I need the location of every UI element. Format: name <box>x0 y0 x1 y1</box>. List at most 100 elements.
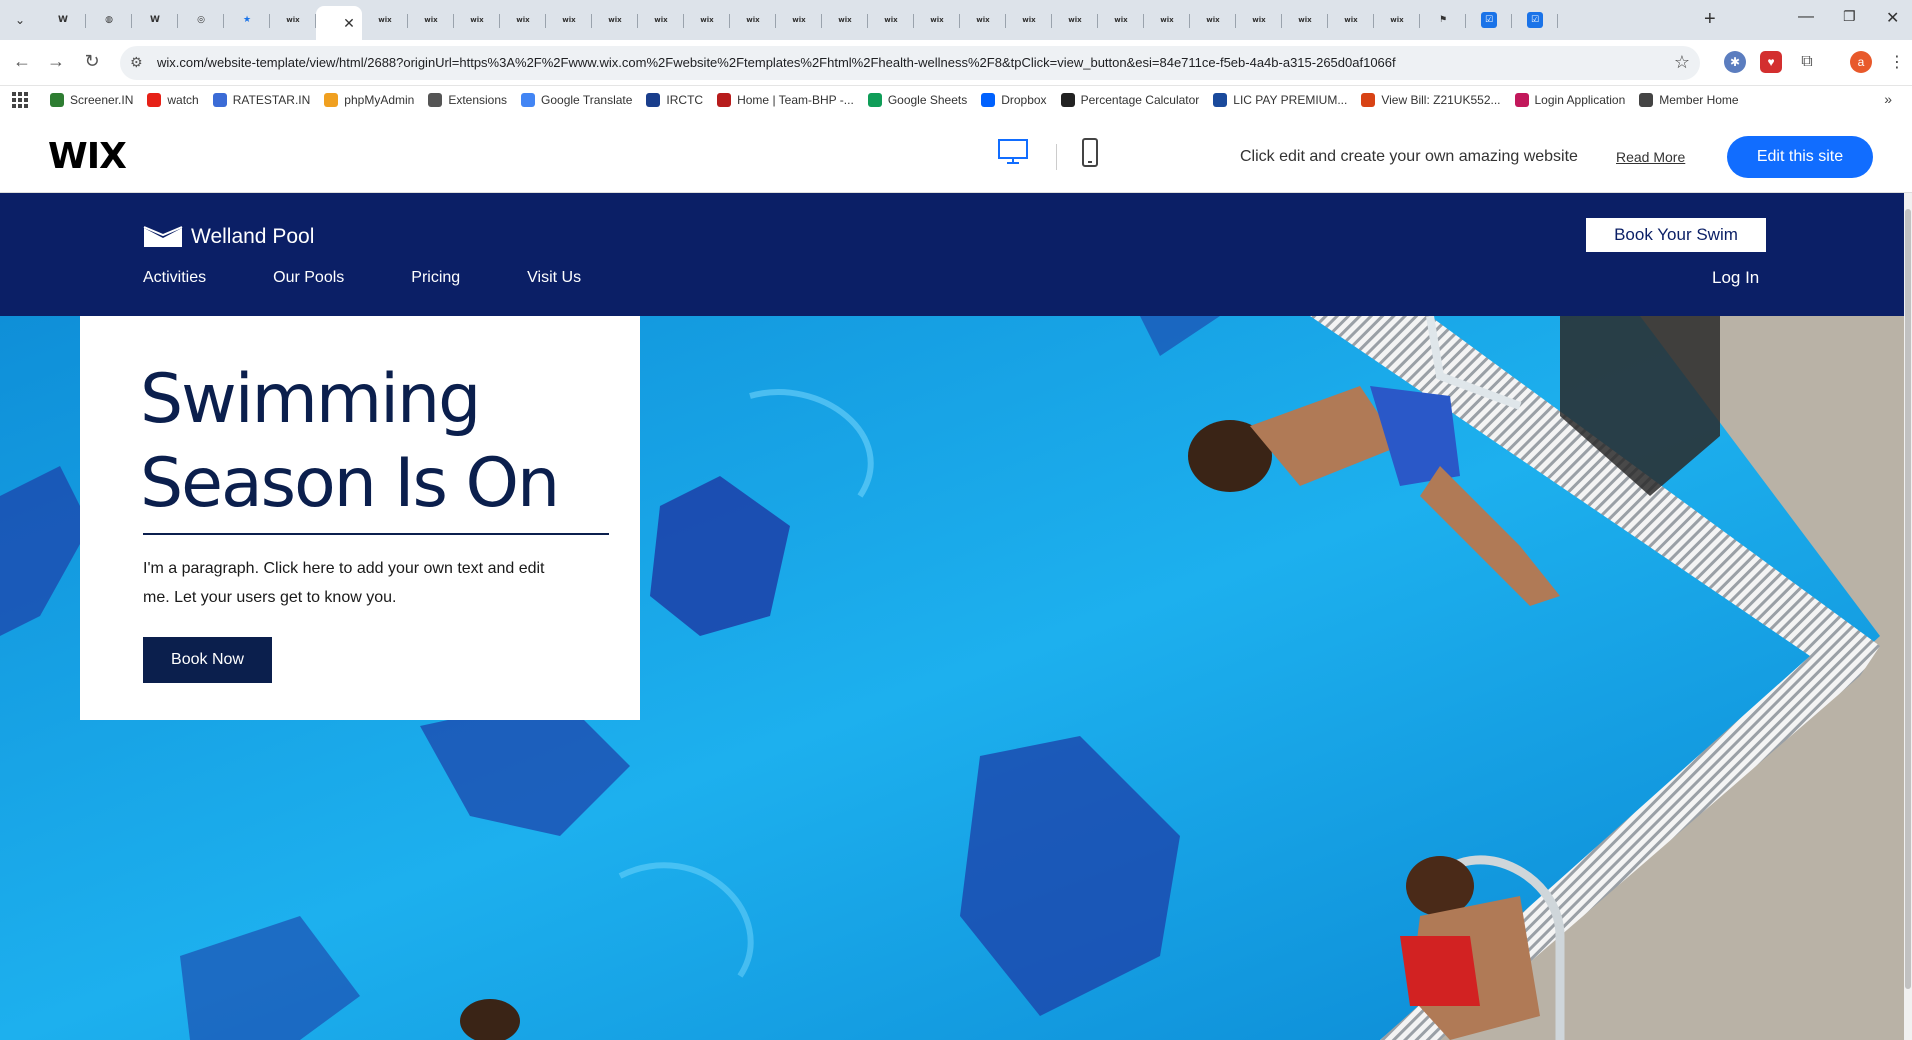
site-brand[interactable]: Welland Pool <box>143 225 314 249</box>
bookmark-label: Member Home <box>1659 93 1739 107</box>
nav-our-pools[interactable]: Our Pools <box>273 269 344 287</box>
hero-paragraph: I'm a paragraph. Click here to add your … <box>143 560 545 606</box>
shield-extension-icon[interactable]: ♥ <box>1760 51 1782 73</box>
bookmark-item[interactable]: Home | Team-BHP -... <box>717 93 854 107</box>
bookmark-favicon-icon <box>212 93 227 107</box>
browser-tab[interactable]: wix <box>868 6 914 34</box>
bookmark-item[interactable]: Screener.IN <box>50 93 133 107</box>
browser-tab[interactable]: wix <box>1190 6 1236 34</box>
browser-tab[interactable]: wix <box>500 6 546 34</box>
tab-favicon-icon: wix <box>1206 16 1220 24</box>
close-tab-icon[interactable]: ✕ <box>343 15 355 32</box>
bookmark-item[interactable]: Dropbox <box>981 93 1047 107</box>
bookmark-favicon-icon <box>1361 93 1376 107</box>
browser-tab[interactable]: W <box>40 6 86 34</box>
bookmark-label: Google Sheets <box>887 93 968 107</box>
tab-favicon-icon: wix <box>608 16 622 24</box>
browser-tab[interactable]: wix <box>1236 6 1282 34</box>
bookmark-star-icon[interactable]: ☆ <box>1674 52 1690 73</box>
site-info-icon[interactable]: ⚙ <box>130 54 143 71</box>
bookmark-item[interactable]: Google Translate <box>521 93 632 107</box>
browser-tab[interactable]: wix <box>960 6 1006 34</box>
browser-tab[interactable]: ☑ <box>1512 6 1558 34</box>
bookmark-item[interactable]: Google Sheets <box>867 93 968 107</box>
bookmark-favicon-icon <box>147 93 162 107</box>
profile-avatar[interactable]: a <box>1850 51 1872 73</box>
tab-strip: ⌄ W ◍ W ◎ ★ wix ✕ wix wix wix wix wix wix wix wix wix wi… <box>0 0 1912 40</box>
menu-kebab-icon[interactable]: ⋮ <box>1886 51 1908 73</box>
browser-tab[interactable]: wix <box>592 6 638 34</box>
log-in-link[interactable]: Log In <box>1712 268 1759 288</box>
tab-favicon-icon: ☑ <box>1481 12 1497 28</box>
bookmark-item[interactable]: IRCTC <box>646 93 703 107</box>
forward-icon[interactable]: → <box>44 51 68 72</box>
browser-tab[interactable]: wix <box>1328 6 1374 34</box>
browser-tab[interactable]: wix <box>1282 6 1328 34</box>
bookmark-item[interactable]: Percentage Calculator <box>1060 93 1199 107</box>
browser-tab[interactable]: ◍ <box>86 6 132 34</box>
nav-visit-us[interactable]: Visit Us <box>527 269 581 287</box>
wix-logo[interactable]: WIX <box>48 136 127 177</box>
browser-tab[interactable]: wix <box>776 6 822 34</box>
bookmark-item[interactable]: LIC PAY PREMIUM... <box>1213 93 1347 107</box>
browser-tab[interactable]: wix <box>362 6 408 34</box>
browser-tab[interactable]: ★ <box>224 6 270 34</box>
browser-tab[interactable]: wix <box>684 6 730 34</box>
bookmark-item[interactable]: Member Home <box>1639 93 1739 107</box>
tab-favicon-icon: wix <box>930 16 944 24</box>
tab-search-chevron-icon[interactable]: ⌄ <box>8 8 32 32</box>
read-more-link[interactable]: Read More <box>1616 149 1685 165</box>
bookmark-label: phpMyAdmin <box>344 93 415 107</box>
book-your-swim-button[interactable]: Book Your Swim <box>1586 218 1766 252</box>
browser-tab[interactable]: wix <box>1006 6 1052 34</box>
browser-tab[interactable]: wix <box>1374 6 1420 34</box>
bookmark-item[interactable]: Extensions <box>428 93 507 107</box>
mobile-view-icon[interactable] <box>1080 138 1100 173</box>
browser-tab[interactable]: W <box>132 6 178 34</box>
nav-activities[interactable]: Activities <box>143 269 206 287</box>
browser-tab[interactable]: ⚑ <box>1420 6 1466 34</box>
bookmark-label: IRCTC <box>666 93 704 107</box>
browser-tab[interactable]: wix <box>914 6 960 34</box>
browser-tab[interactable]: ◎ <box>178 6 224 34</box>
device-divider <box>1056 144 1057 170</box>
bookmark-item[interactable]: phpMyAdmin <box>324 93 414 107</box>
browser-tab[interactable]: wix <box>270 6 316 34</box>
book-now-button[interactable]: Book Now <box>143 637 272 683</box>
page-scrollbar[interactable] <box>1904 193 1912 1040</box>
edit-this-site-button[interactable]: Edit this site <box>1727 136 1873 178</box>
scrollbar-thumb[interactable] <box>1905 209 1911 989</box>
browser-tab[interactable]: wix <box>822 6 868 34</box>
hero-section: Swimming Season Is On I'm a paragraph. C… <box>0 316 1904 1040</box>
more-bookmarks-icon[interactable]: » <box>1884 91 1892 107</box>
address-bar[interactable]: ⚙ wix.com/website-template/view/html/268… <box>120 46 1700 80</box>
reload-icon[interactable]: ↻ <box>80 51 104 72</box>
browser-tab[interactable]: wix <box>638 6 684 34</box>
back-icon[interactable]: ← <box>10 51 34 72</box>
bookmark-favicon-icon <box>981 93 996 107</box>
nav-pricing[interactable]: Pricing <box>411 269 460 287</box>
desktop-view-icon[interactable] <box>997 138 1029 171</box>
active-tab[interactable]: ✕ <box>316 6 362 40</box>
browser-tab[interactable]: wix <box>454 6 500 34</box>
extensions-puzzle-icon[interactable]: ⧉ <box>1796 51 1818 73</box>
bookmark-label: LIC PAY PREMIUM... <box>1233 93 1348 107</box>
new-tab-button[interactable]: + <box>1704 8 1716 31</box>
browser-tab[interactable]: ☑ <box>1466 6 1512 34</box>
bookmark-item[interactable]: RATESTAR.IN <box>212 93 310 107</box>
browser-tab[interactable]: wix <box>1098 6 1144 34</box>
bookmark-item[interactable]: watch <box>147 93 199 107</box>
browser-tab[interactable]: wix <box>1144 6 1190 34</box>
apps-grid-icon[interactable] <box>12 92 28 108</box>
browser-tab[interactable]: wix <box>408 6 454 34</box>
bookmark-label: Dropbox <box>1001 93 1047 107</box>
extension-icon[interactable]: ✱ <box>1724 51 1746 73</box>
close-window-icon[interactable]: ✕ <box>1886 8 1899 28</box>
bookmark-item[interactable]: View Bill: Z21UK552... <box>1361 93 1501 107</box>
browser-tab[interactable]: wix <box>730 6 776 34</box>
browser-tab[interactable]: wix <box>546 6 592 34</box>
restore-icon[interactable]: ❐ <box>1843 8 1856 25</box>
minimize-icon[interactable]: — <box>1798 8 1814 26</box>
browser-tab[interactable]: wix <box>1052 6 1098 34</box>
bookmark-item[interactable]: Login Application <box>1514 93 1625 107</box>
